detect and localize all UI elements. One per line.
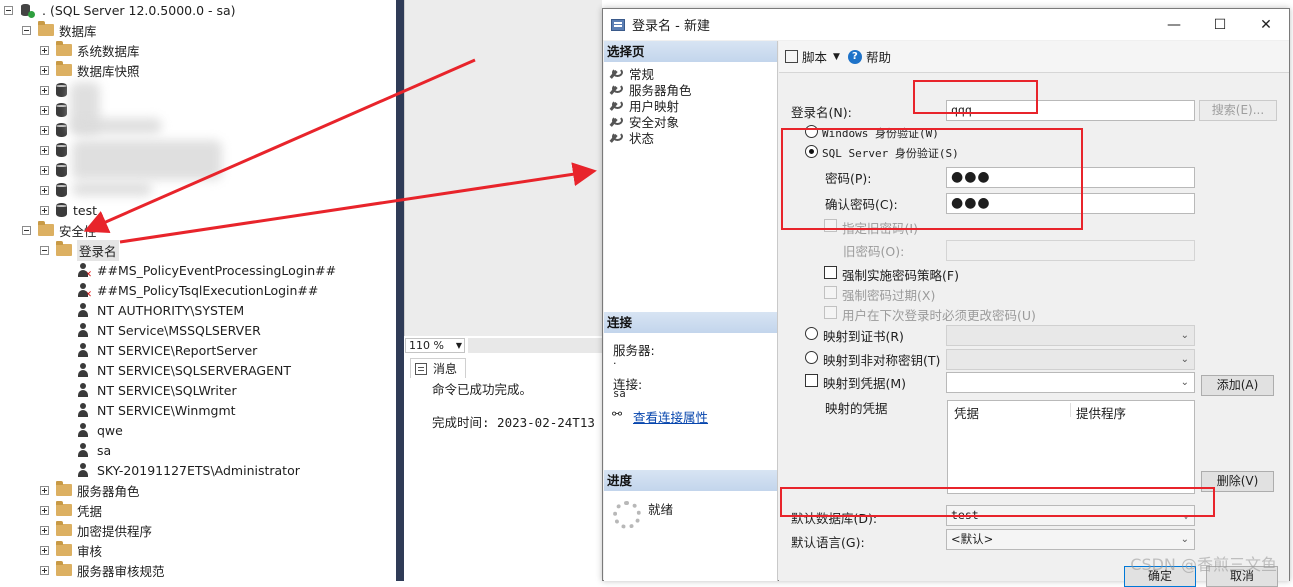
annotation-arrow bbox=[120, 172, 588, 242]
annotation-arrow bbox=[92, 60, 475, 228]
annotation-arrows bbox=[0, 0, 1293, 581]
watermark: CSDN @香煎三文鱼 bbox=[1130, 551, 1277, 575]
